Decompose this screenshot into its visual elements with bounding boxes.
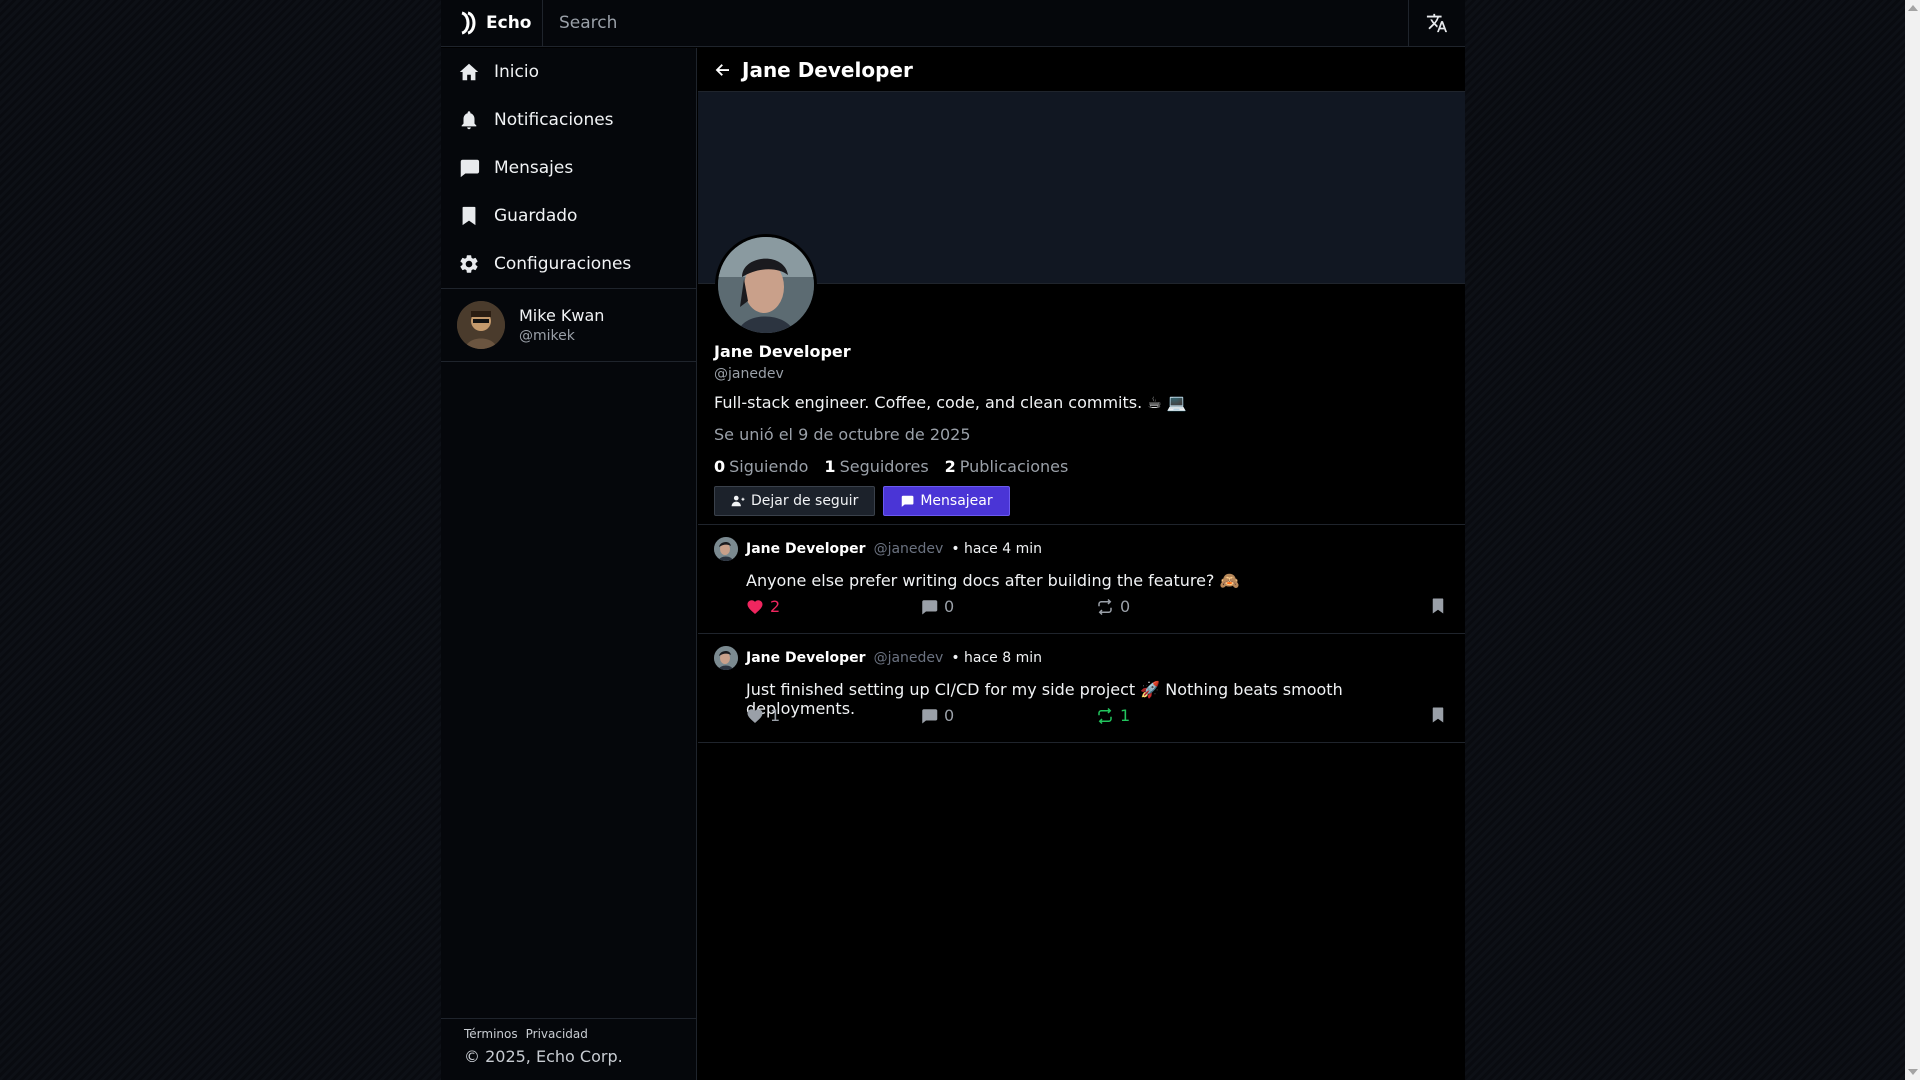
sidebar: Inicio Notificaciones Mensajes Guardado … [441, 48, 697, 1080]
home-icon [459, 63, 479, 81]
message-icon [902, 495, 914, 507]
unfollow-button[interactable]: Dejar de seguir [714, 486, 876, 516]
sidebar-item-label: Notificaciones [494, 110, 614, 130]
echo-logo-icon [461, 11, 476, 35]
sidebar-item-notificaciones[interactable]: Notificaciones [441, 96, 696, 144]
current-user-handle: @mikek [519, 328, 575, 344]
followers-count: 1 [824, 457, 836, 476]
gear-icon [460, 255, 478, 273]
comment-button[interactable]: 0 [920, 597, 954, 616]
profile-main: Jane Developer Jane Developer @janedev F… [698, 48, 1465, 1080]
comment-count: 0 [944, 706, 955, 725]
comment-button[interactable]: 0 [920, 706, 954, 725]
repost-icon [1098, 598, 1112, 615]
current-user-card[interactable]: Mike Kwan @mikek [441, 288, 697, 362]
post-actions: 2 0 0 [746, 597, 1449, 621]
repost-icon [1098, 707, 1112, 724]
profile-name: Jane Developer [714, 342, 851, 361]
page-scrollbar[interactable] [1905, 0, 1920, 1080]
repost-button[interactable]: 0 [1096, 597, 1130, 616]
post-time: • hace 4 min [951, 541, 1043, 557]
post-author[interactable]: Jane Developer [746, 541, 866, 557]
sidebar-item-mensajes[interactable]: Mensajes [441, 144, 696, 192]
user-minus-icon [731, 495, 745, 507]
avatar [714, 646, 738, 670]
post-text: Anyone else prefer writing docs after bu… [746, 571, 1240, 590]
profile-info: Jane Developer @janedev Full-stack engin… [698, 234, 1465, 525]
heart-icon [747, 599, 763, 614]
like-button[interactable]: 1 [746, 706, 780, 725]
profile-handle: @janedev [714, 366, 784, 382]
current-user-name: Mike Kwan [519, 306, 605, 325]
copyright: © 2025, Echo Corp. [464, 1047, 623, 1066]
repost-button[interactable]: 1 [1096, 706, 1130, 725]
heart-icon [747, 708, 763, 723]
translate-icon [1426, 13, 1448, 33]
posts-label: Publicaciones [959, 457, 1069, 476]
post-author[interactable]: Jane Developer [746, 650, 866, 666]
post-item[interactable]: Jane Developer @janedev • hace 4 min Any… [698, 525, 1465, 634]
post-handle: @janedev [873, 650, 944, 666]
post-handle: @janedev [873, 541, 944, 557]
top-bar: Echo [441, 0, 1465, 47]
profile-banner [698, 92, 1465, 284]
bookmark-button[interactable] [1429, 597, 1447, 615]
like-count: 2 [770, 597, 781, 616]
repost-count: 0 [1120, 597, 1131, 616]
followers-label: Seguidores [839, 457, 929, 476]
message-button[interactable]: Mensajear [883, 486, 1010, 516]
comment-icon [922, 599, 938, 614]
terms-link[interactable]: Términos [464, 1027, 518, 1041]
profile-joined-date: Se unió el 9 de octubre de 2025 [714, 425, 971, 444]
translate-button[interactable] [1408, 0, 1465, 47]
page-title: Jane Developer [742, 57, 913, 82]
post-time: • hace 8 min [951, 650, 1043, 666]
following-count: 0 [714, 457, 726, 476]
following-stat[interactable]: 0 Siguiendo [714, 457, 808, 476]
brand-name: Echo [486, 13, 532, 33]
post-actions: 1 0 1 [746, 706, 1449, 730]
bell-icon [461, 111, 477, 130]
sidebar-item-label: Configuraciones [494, 254, 632, 274]
post-item[interactable]: Jane Developer @janedev • hace 8 min Jus… [698, 634, 1465, 743]
privacy-link[interactable]: Privacidad [526, 1027, 588, 1041]
profile-stats: 0 Siguiendo 1 Seguidores 2 Publicaciones [714, 457, 1068, 476]
bookmark-icon [462, 206, 476, 226]
brand[interactable]: Echo [441, 0, 543, 47]
sidebar-item-label: Mensajes [494, 158, 574, 178]
bookmark-button[interactable] [1429, 706, 1447, 724]
message-label: Mensajear [920, 493, 993, 509]
sidebar-item-inicio[interactable]: Inicio [441, 48, 696, 96]
unfollow-label: Dejar de seguir [751, 493, 859, 509]
avatar [457, 301, 505, 349]
comment-count: 0 [944, 597, 955, 616]
bookmark-icon [1432, 598, 1444, 614]
scroll-up-arrow-icon[interactable] [1908, 5, 1918, 11]
posts-count: 2 [944, 457, 956, 476]
sidebar-footer: Términos Privacidad © 2025, Echo Corp. [441, 1018, 697, 1080]
comment-icon [922, 708, 938, 723]
profile-bio: Full-stack engineer. Coffee, code, and c… [714, 393, 1187, 412]
back-arrow-icon[interactable] [714, 61, 732, 79]
following-label: Siguiendo [729, 457, 809, 476]
search-bar [543, 0, 1408, 47]
search-input[interactable] [559, 13, 1159, 33]
posts-stat: 2 Publicaciones [945, 457, 1069, 476]
sidebar-item-label: Guardado [494, 206, 578, 226]
avatar [714, 537, 738, 561]
profile-header: Jane Developer [698, 48, 1465, 92]
profile-actions: Dejar de seguir Mensajear [714, 486, 1010, 516]
sidebar-item-configuraciones[interactable]: Configuraciones [441, 240, 696, 288]
profile-avatar [715, 234, 817, 336]
scroll-down-arrow-icon[interactable] [1908, 1069, 1918, 1075]
sidebar-item-guardado[interactable]: Guardado [441, 192, 696, 240]
message-icon [460, 159, 480, 178]
followers-stat[interactable]: 1 Seguidores [824, 457, 928, 476]
bookmark-icon [1432, 707, 1444, 723]
like-count: 1 [770, 706, 781, 725]
app-window: Echo Inicio Notificaciones Mensajes Guar… [441, 0, 1465, 1080]
like-button[interactable]: 2 [746, 597, 780, 616]
sidebar-item-label: Inicio [494, 62, 539, 82]
repost-count: 1 [1120, 706, 1131, 725]
